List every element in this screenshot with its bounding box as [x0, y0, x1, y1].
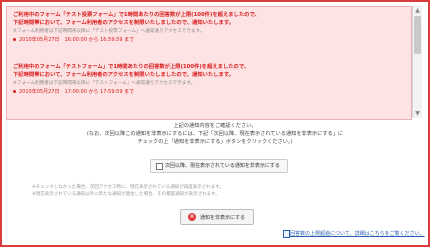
notice-window: ご利用中のフォーム「テスト投票フォーム」で1時間あたりの回答数が上限(100件)… [0, 0, 430, 247]
hide-notice-label: 通知を非表示にする [200, 215, 246, 221]
confirm-text: (なお、次回以降この通知を非表示にするには、下記「次回以降、現在表示されている通… [86, 131, 344, 137]
alert-heading: ご利用中のフォーム「テストフォーム」で1時間あたりの回答数が上限(100件)を超… [13, 64, 250, 70]
alert-item: ご利用中のフォーム「テストフォーム」で1時間あたりの回答数が上限(100件)を超… [13, 63, 407, 96]
info-note: ※現在表示されている通知以外に新たな通知が発生した場合、その都度通知が表示されま… [32, 192, 220, 197]
hide-notice-button[interactable]: × 通知を非表示にする [180, 209, 254, 225]
scrollbar[interactable]: ▲ ▼ [412, 6, 422, 118]
alert-note: ※フォーム利用者は下記時間帯以降に「テストフォーム」へ通常通りアクセスできます。 [13, 81, 196, 86]
alert-note: ※フォーム利用者は下記時間帯以降に「テスト投票フォーム」へ通常通りアクセスできま… [13, 29, 205, 34]
limit-details-link[interactable]: 回答数の上限超過について、詳細はこちらをご覧ください。 [290, 230, 425, 237]
scroll-thumb[interactable] [414, 16, 421, 54]
checkbox-label[interactable]: 次回以降、現在表示されている通知を非表示にする [165, 162, 280, 169]
scroll-up-icon[interactable]: ▲ [414, 7, 421, 14]
info-note: ※チェックしなかった場合、次回アクセス時に、現在表示されている通知が再度表示され… [32, 185, 224, 190]
alert-heading: 下記時間帯において、フォーム利用者のアクセスを制限いたしましたので、通知いたしま… [13, 72, 234, 78]
scroll-down-icon[interactable]: ▼ [414, 110, 421, 117]
alert-period: 2010年05月27日 16:00:00 から 16:59:59 まで [13, 36, 407, 44]
alert-panel: ご利用中のフォーム「テスト投票フォーム」で1時間あたりの回答数が上限(100件)… [6, 6, 412, 120]
confirm-text: 上記の通知内容をご確認ください。 [173, 123, 257, 129]
confirm-section: 上記の通知内容をご確認ください。 (なお、次回以降この通知を非表示にするには、下… [6, 120, 424, 242]
bullet-icon [13, 38, 16, 41]
bullet-icon [13, 90, 16, 93]
alert-period: 2010年05月27日 17:00:00 から 17:59:59 まで [13, 88, 407, 96]
hide-next-checkbox[interactable]: 次回以降、現在表示されている通知を非表示にする [150, 159, 288, 173]
alert-heading: ご利用中のフォーム「テスト投票フォーム」で1時間あたりの回答数が上限(100件)… [13, 12, 260, 18]
alert-heading: 下記時間帯において、フォーム利用者のアクセスを制限いたしましたので、通知いたしま… [13, 20, 234, 26]
confirm-text: チェックの上「通知を非表示にする」ボタンをクリックください。) [137, 139, 293, 145]
checkbox-box[interactable] [156, 163, 163, 170]
document-icon [283, 230, 290, 238]
close-x-icon: × [188, 213, 196, 221]
alert-item: ご利用中のフォーム「テスト投票フォーム」で1時間あたりの回答数が上限(100件)… [13, 11, 407, 44]
